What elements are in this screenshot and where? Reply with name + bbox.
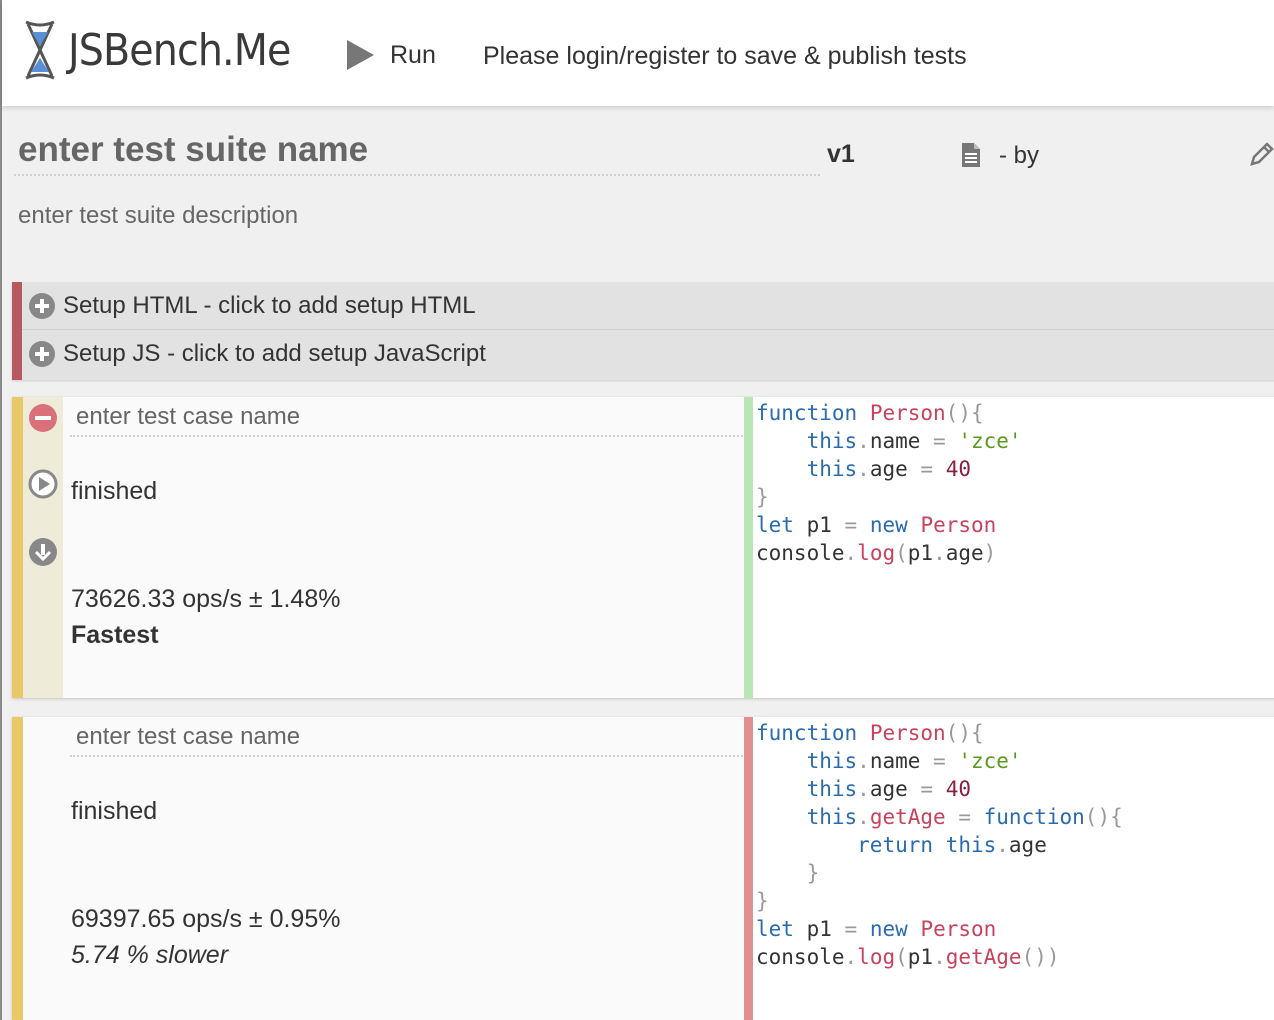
- document-icon[interactable]: [961, 142, 981, 168]
- minus-circle-icon[interactable]: [28, 403, 58, 433]
- top-bar: JSBench.Me Run Please login/register to …: [2, 0, 1274, 106]
- code-editor[interactable]: function Person(){ this.name = 'zce' thi…: [744, 717, 1274, 1020]
- suite-description-input[interactable]: enter test suite description: [18, 202, 298, 230]
- case-ops: 69397.65 ops/s ± 0.95%: [71, 905, 341, 933]
- case-name-input[interactable]: enter test case name: [70, 719, 746, 757]
- code-text: function Person(){ this.name = 'zce' thi…: [756, 721, 1123, 969]
- setup-js-toggle[interactable]: Setup JS - click to add setup JavaScript: [22, 330, 1274, 378]
- case-gutter: [23, 717, 63, 1020]
- logo-text: JSBench.Me: [68, 24, 291, 76]
- pencil-icon[interactable]: [1248, 140, 1274, 168]
- setup-panel: Setup HTML - click to add setup HTML Set…: [12, 282, 1274, 380]
- case-verdict: Fastest: [71, 621, 159, 649]
- plus-circle-icon: [29, 292, 55, 319]
- play-icon: [347, 40, 374, 70]
- run-label: Run: [390, 40, 436, 69]
- download-circle-icon[interactable]: [28, 537, 58, 567]
- case-stripe: [12, 397, 23, 698]
- logo[interactable]: JSBench.Me: [20, 18, 315, 82]
- run-button[interactable]: Run: [344, 38, 436, 72]
- play-circle-icon[interactable]: [28, 469, 58, 499]
- case-verdict: 5.74 % slower: [71, 941, 229, 969]
- case-name-input[interactable]: enter test case name: [70, 399, 746, 437]
- suite-name-input[interactable]: enter test suite name: [14, 130, 820, 176]
- login-message[interactable]: Please login/register to save & publish …: [483, 42, 967, 71]
- jsbench-app: JSBench.Me Run Please login/register to …: [0, 0, 1274, 1020]
- author-by-label: - by: [999, 142, 1040, 169]
- code-editor[interactable]: function Person(){ this.name = 'zce' thi…: [744, 397, 1274, 698]
- version-label: v1: [827, 140, 855, 168]
- hourglass-logo-icon: [25, 20, 55, 80]
- case-stripe: [12, 717, 23, 1020]
- code-text: function Person(){ this.name = 'zce' thi…: [756, 401, 1022, 565]
- setup-js-label: Setup JS - click to add setup JavaScript: [63, 340, 486, 367]
- plus-circle-icon: [29, 341, 55, 367]
- test-case-2: enter test case name finished 69397.65 o…: [12, 717, 1274, 1020]
- setup-html-toggle[interactable]: Setup HTML - click to add setup HTML: [22, 282, 1274, 330]
- case-status: finished: [71, 477, 158, 505]
- case-ops: 73626.33 ops/s ± 1.48%: [71, 585, 341, 613]
- setup-html-label: Setup HTML - click to add setup HTML: [63, 291, 476, 319]
- test-case-1: enter test case name finished 73626.33 o…: [12, 397, 1274, 698]
- case-status: finished: [71, 797, 158, 825]
